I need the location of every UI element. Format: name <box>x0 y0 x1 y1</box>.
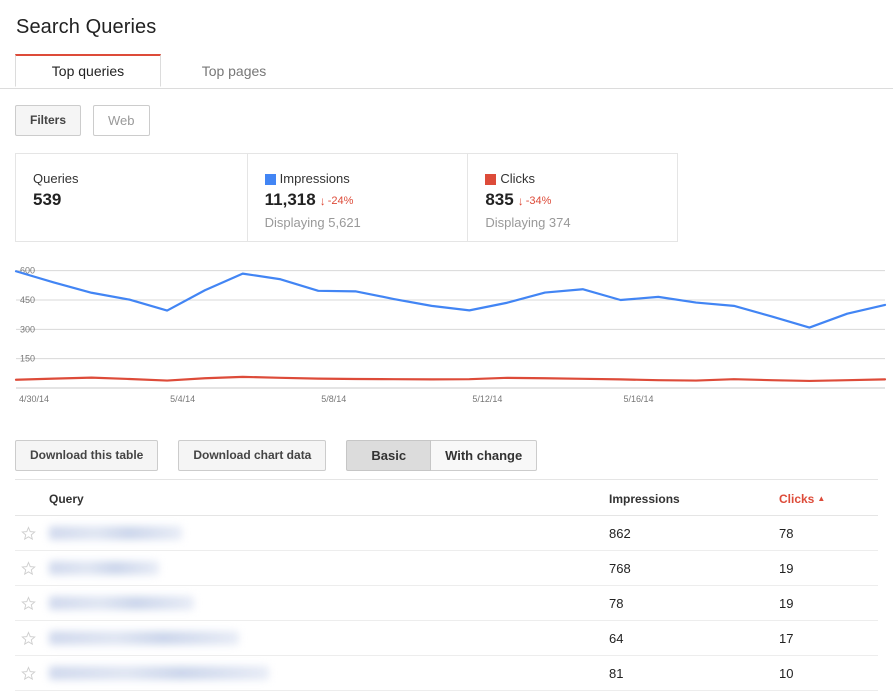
impressions-displaying: Displaying 5,621 <box>264 215 361 230</box>
impressions-color-swatch-icon <box>264 173 276 185</box>
queries-table: Query Impressions Clicks ▲ 862 78 768 19 78 19… <box>15 484 878 691</box>
star-icon[interactable] <box>21 595 36 611</box>
star-icon[interactable] <box>21 525 36 541</box>
arrow-down-icon: ↓ <box>319 194 326 208</box>
row-impressions-cell: 862 <box>609 515 779 551</box>
queries-table-body: 862 78 768 19 78 19 64 17 81 10 <box>15 515 878 691</box>
redacted-query-text <box>49 526 182 540</box>
row-clicks-cell: 10 <box>779 655 878 691</box>
column-header-clicks-label: Clicks <box>779 492 815 506</box>
summary-card-impressions: Impressions 11,318 ↓ -24% Displaying 5,6… <box>248 154 469 241</box>
row-impressions-cell: 78 <box>609 585 779 621</box>
column-header-query[interactable]: Query <box>49 484 609 516</box>
view-mode-with-change-button[interactable]: With change <box>431 440 538 471</box>
table-row[interactable]: 64 17 <box>15 620 878 656</box>
row-star-cell[interactable] <box>15 620 49 656</box>
summary-card-queries: Queries 539 <box>16 154 248 241</box>
impressions-label-text: Impressions <box>279 171 350 186</box>
trend-chart-svg: 1503004506004/30/14 5/4/14 5/8/14 5/12/14 5/… <box>14 266 887 404</box>
redacted-query-text <box>49 631 239 645</box>
redacted-query-text <box>49 666 269 680</box>
clicks-displaying: Displaying 374 <box>485 215 571 230</box>
clicks-color-swatch-icon <box>485 173 497 185</box>
summary-card-clicks: Clicks 835 ↓ -34% Displaying 374 <box>468 154 677 241</box>
y-axis-tick-150: 150 <box>20 354 35 364</box>
queries-value-row: 539 <box>33 190 247 210</box>
tab-bar: Top queries Top pages <box>0 54 893 89</box>
row-star-cell[interactable] <box>15 550 49 586</box>
table-row[interactable]: 81 10 <box>15 655 878 691</box>
queries-label: Queries <box>33 171 247 187</box>
row-star-cell[interactable] <box>15 515 49 551</box>
tab-top-queries-label: Top queries <box>51 63 125 79</box>
x-axis-tick-1: 5/4/14 <box>170 394 195 404</box>
column-header-clicks[interactable]: Clicks ▲ <box>779 484 878 516</box>
clicks-value-row: 835 ↓ -34% <box>485 190 677 210</box>
impressions-value-row: 11,318 ↓ -24% <box>265 190 468 210</box>
impressions-delta-value: -24% <box>327 195 354 207</box>
filters-button[interactable]: Filters <box>15 105 82 136</box>
table-top-divider <box>15 479 878 480</box>
trend-chart: 150 300 450 600 4/30/14 5/4/14 5/8/14 5/12/14 5/… <box>0 248 893 408</box>
series-line-clicks <box>14 375 887 383</box>
view-mode-basic-button[interactable]: Basic <box>346 440 432 471</box>
row-impressions-cell: 64 <box>609 620 779 656</box>
row-star-cell[interactable] <box>15 655 49 691</box>
clicks-delta-value: -34% <box>525 195 552 207</box>
tab-top-queries[interactable]: Top queries <box>15 54 161 87</box>
series-line-impressions <box>14 270 887 329</box>
clicks-label: Clicks <box>485 171 677 187</box>
search-type-web-button[interactable]: Web <box>93 105 150 136</box>
star-icon[interactable] <box>21 665 36 681</box>
row-star-cell[interactable] <box>15 585 49 621</box>
queries-table-head: Query Impressions Clicks ▲ <box>15 484 878 516</box>
x-axis-tick-2: 5/8/14 <box>321 394 346 404</box>
summary-panel: Queries 539 Impressions 11,318 ↓ -24% Di… <box>15 153 678 242</box>
tab-top-pages[interactable]: Top pages <box>161 54 307 87</box>
row-clicks-cell: 19 <box>779 550 878 586</box>
y-axis-tick-300: 300 <box>20 324 35 334</box>
redacted-query-text <box>49 561 159 575</box>
table-row[interactable]: 862 78 <box>15 515 878 551</box>
clicks-value: 835 <box>485 190 514 209</box>
clicks-delta: ↓ -34% <box>518 195 552 207</box>
queries-value: 539 <box>33 190 62 209</box>
download-this-table-button[interactable]: Download this table <box>15 440 159 471</box>
x-axis-tick-3: 5/12/14 <box>472 394 502 404</box>
table-action-bar: Download this table Download chart data … <box>15 440 538 471</box>
table-row[interactable]: 78 19 <box>15 585 878 621</box>
row-query-cell[interactable] <box>49 655 609 691</box>
row-query-cell[interactable] <box>49 620 609 656</box>
sort-ascending-icon: ▲ <box>817 494 826 503</box>
y-axis-tick-450: 450 <box>20 295 35 305</box>
view-mode-toggle: Basic With change <box>346 440 538 471</box>
star-icon[interactable] <box>21 630 36 646</box>
row-clicks-cell: 17 <box>779 620 878 656</box>
row-impressions-cell: 768 <box>609 550 779 586</box>
row-query-cell[interactable] <box>49 550 609 586</box>
row-query-cell[interactable] <box>49 585 609 621</box>
arrow-down-icon: ↓ <box>517 194 524 208</box>
row-clicks-cell: 19 <box>779 585 878 621</box>
impressions-value: 11,318 <box>264 190 316 209</box>
download-chart-data-button[interactable]: Download chart data <box>178 440 327 471</box>
row-query-cell[interactable] <box>49 515 609 551</box>
page-title: Search Queries <box>16 16 157 38</box>
column-header-star <box>15 484 49 516</box>
table-row[interactable]: 768 19 <box>15 550 878 586</box>
clicks-label-text: Clicks <box>500 171 535 186</box>
row-impressions-cell: 81 <box>609 655 779 691</box>
x-axis-tick-4: 5/16/14 <box>624 394 654 404</box>
table-header-row: Query Impressions Clicks ▲ <box>15 484 878 516</box>
filter-bar: Filters Web <box>15 105 150 136</box>
redacted-query-text <box>49 596 194 610</box>
tab-top-pages-label: Top pages <box>201 63 267 79</box>
column-header-impressions[interactable]: Impressions <box>609 484 779 516</box>
row-clicks-cell: 78 <box>779 515 878 551</box>
x-axis-tick-0: 4/30/14 <box>19 394 49 404</box>
impressions-delta: ↓ -24% <box>320 195 354 207</box>
queries-label-text: Queries <box>33 171 79 186</box>
star-icon[interactable] <box>21 560 36 576</box>
impressions-label: Impressions <box>264 171 468 187</box>
